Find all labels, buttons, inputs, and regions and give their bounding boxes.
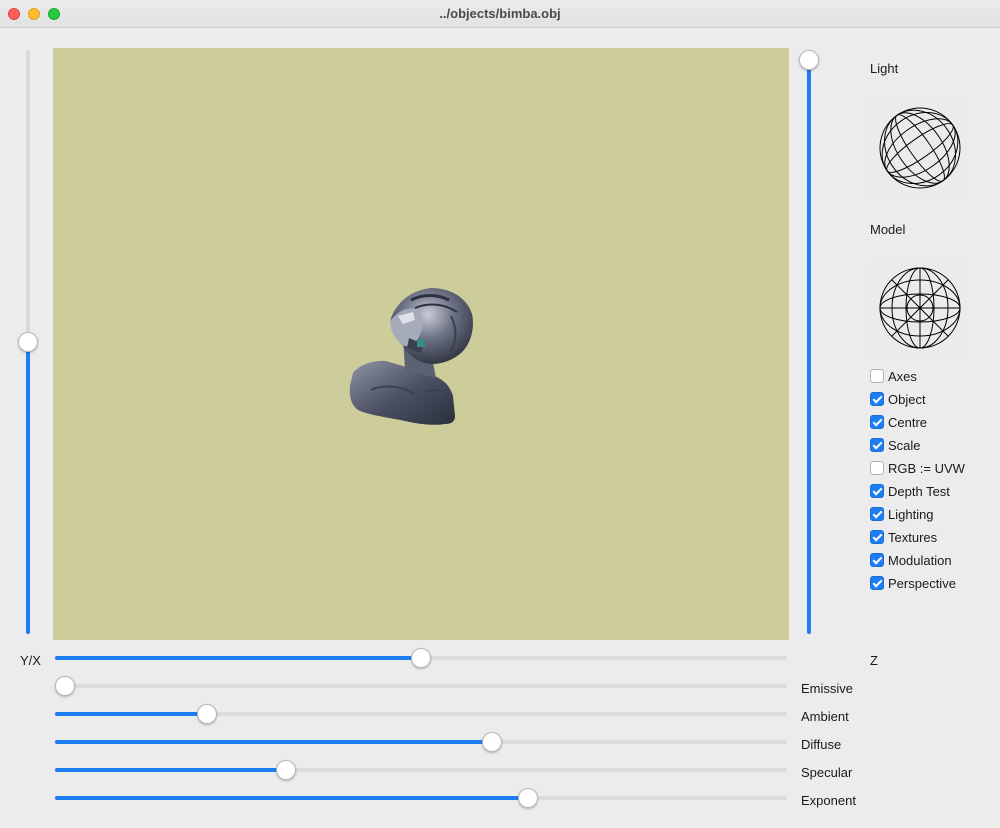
checkbox[interactable] (870, 461, 884, 475)
emissive-slider-track (55, 684, 787, 688)
exponent-slider-fill (55, 796, 528, 800)
checkbox-label: RGB := UVW (888, 460, 965, 476)
diffuse-slider-fill (55, 740, 493, 744)
right-vertical-slider[interactable] (797, 48, 821, 636)
checkbox-label: Axes (888, 368, 917, 384)
checkbox[interactable] (870, 369, 884, 383)
render-viewport[interactable] (53, 48, 789, 640)
exponent-slider[interactable] (55, 788, 787, 808)
bust-model-render (349, 288, 473, 425)
specular-label: Specular (801, 765, 853, 780)
z-slider-label: Z (870, 653, 878, 668)
option-centre[interactable]: Centre (870, 413, 927, 431)
option-perspective[interactable]: Perspective (870, 574, 956, 592)
specular-slider[interactable] (55, 760, 787, 780)
diffuse-slider[interactable] (55, 732, 787, 752)
checkbox[interactable] (870, 576, 884, 590)
option-rgb-uvw[interactable]: RGB := UVW (870, 459, 965, 477)
light-label: Light (870, 61, 899, 76)
checkbox[interactable] (870, 438, 884, 452)
light-trackball[interactable] (870, 99, 968, 197)
option-lighting[interactable]: Lighting (870, 505, 934, 523)
yx-slider-label: Y/X (20, 653, 41, 668)
left-vertical-slider[interactable] (16, 48, 40, 636)
title-bar: ../objects/bimba.obj (0, 0, 1000, 28)
exponent-label: Exponent (801, 793, 856, 808)
model-trackball[interactable] (870, 260, 968, 358)
exponent-slider-knob[interactable] (517, 788, 538, 808)
ambient-slider[interactable] (55, 704, 787, 724)
option-object[interactable]: Object (870, 390, 926, 408)
window-title: ../objects/bimba.obj (439, 6, 561, 21)
yx-slider[interactable] (55, 648, 787, 668)
checkbox[interactable] (870, 484, 884, 498)
checkbox[interactable] (870, 392, 884, 406)
ambient-slider-knob[interactable] (197, 704, 218, 724)
checkbox-label: Object (888, 391, 926, 407)
model-label: Model (870, 222, 906, 237)
ambient-slider-fill (55, 712, 208, 716)
emissive-slider[interactable] (55, 676, 787, 696)
left-vertical-slider-fill (26, 342, 30, 634)
yx-slider-fill (55, 656, 421, 660)
specular-slider-fill (55, 768, 286, 772)
option-modulation[interactable]: Modulation (870, 551, 952, 569)
checkbox-label: Modulation (888, 552, 952, 568)
option-textures[interactable]: Textures (870, 528, 937, 546)
checkbox-label: Perspective (888, 575, 956, 591)
emissive-slider-knob[interactable] (55, 676, 75, 696)
right-vertical-slider-fill (807, 60, 811, 634)
checkbox[interactable] (870, 507, 884, 521)
diffuse-slider-knob[interactable] (482, 732, 503, 752)
checkbox[interactable] (870, 530, 884, 544)
ambient-label: Ambient (801, 709, 849, 724)
checkbox-label: Textures (888, 529, 938, 545)
checkbox-label: Centre (888, 414, 928, 430)
specular-slider-knob[interactable] (275, 760, 296, 780)
option-depth-test[interactable]: Depth Test (870, 482, 950, 500)
checkbox[interactable] (870, 415, 884, 429)
model-sphere-icon (879, 267, 961, 349)
option-scale[interactable]: Scale (870, 436, 921, 454)
checkbox-label: Lighting (888, 506, 934, 522)
right-vertical-slider-knob[interactable] (799, 50, 819, 70)
diffuse-label: Diffuse (801, 737, 842, 752)
checkbox-label: Scale (888, 437, 921, 453)
checkbox-label: Depth Test (888, 483, 950, 499)
checkbox[interactable] (870, 553, 884, 567)
option-axes[interactable]: Axes (870, 367, 917, 385)
left-vertical-slider-knob[interactable] (18, 332, 38, 352)
app-window: ../objects/bimba.obj Light Model Axes Ob… (0, 0, 1000, 828)
light-sphere-icon (879, 107, 961, 189)
emissive-label: Emissive (801, 681, 854, 696)
yx-slider-knob[interactable] (411, 648, 431, 668)
